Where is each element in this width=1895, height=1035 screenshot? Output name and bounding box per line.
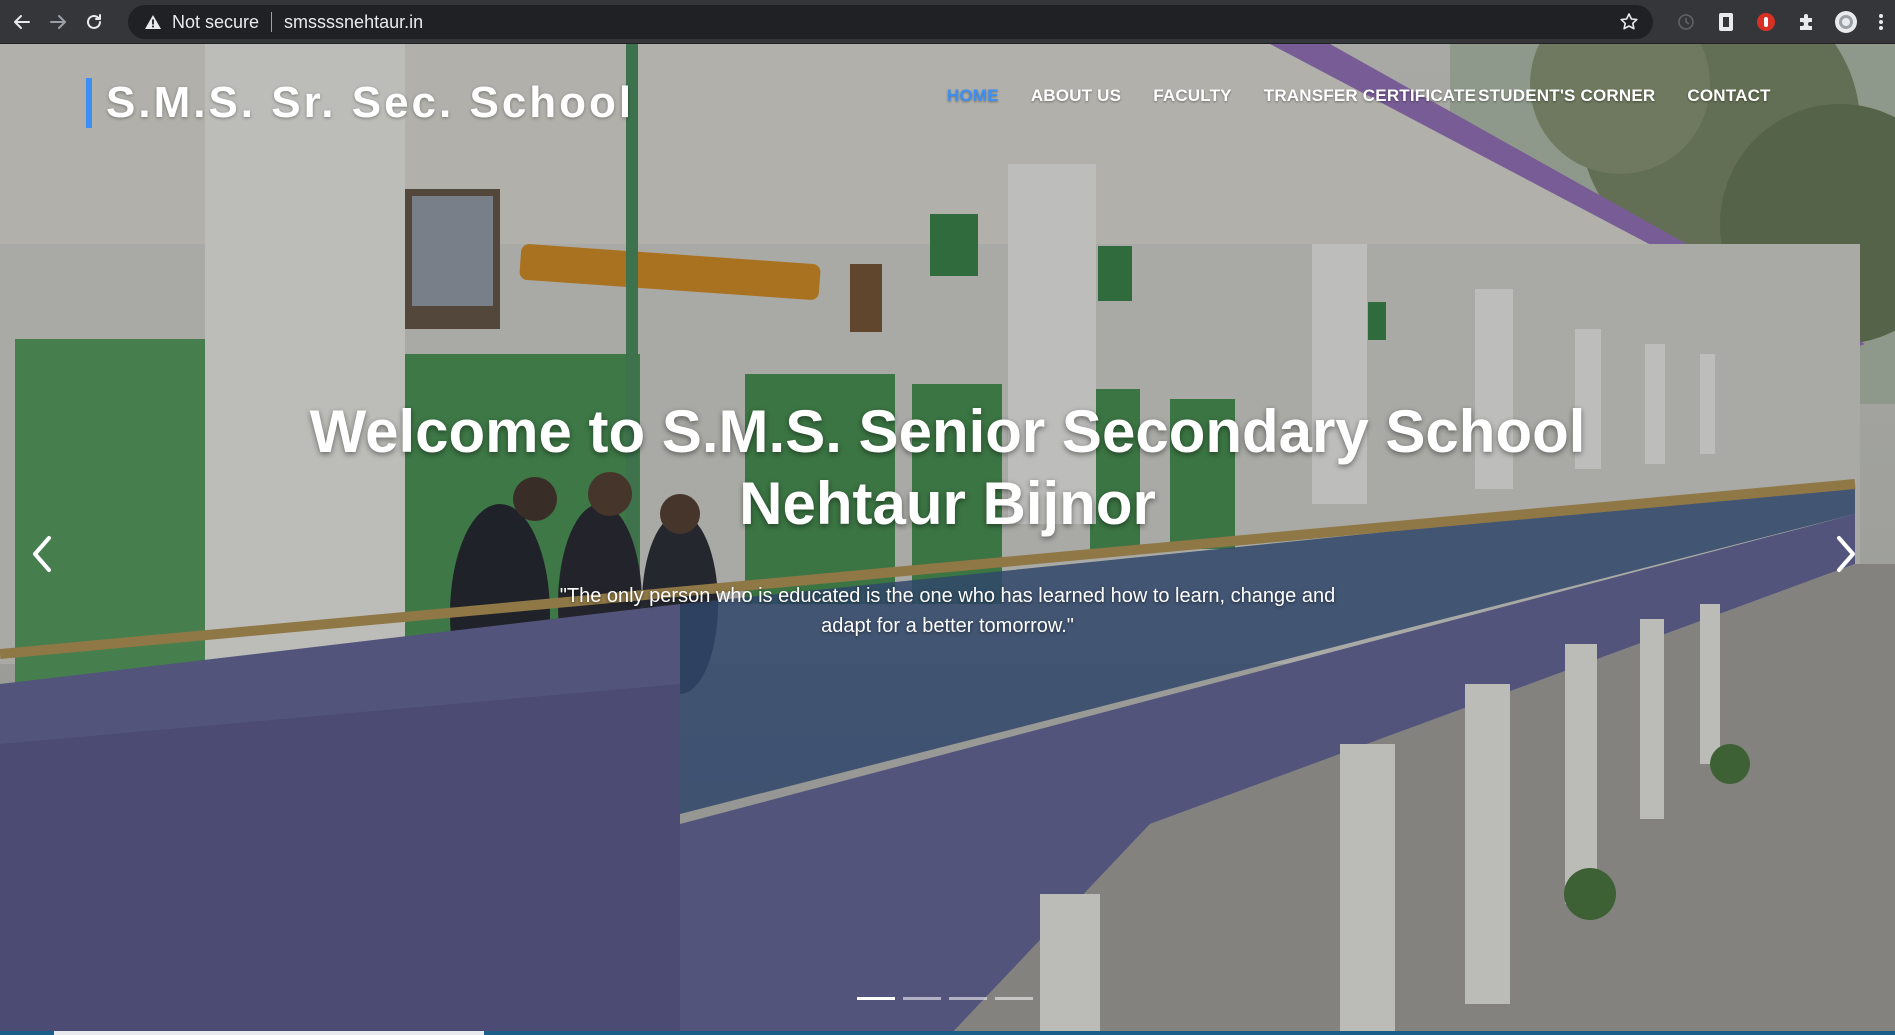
- chevron-right-icon: [1837, 536, 1855, 572]
- carousel-prev-button[interactable]: [22, 524, 62, 584]
- record-extension-icon[interactable]: [1753, 9, 1779, 35]
- security-label[interactable]: Not secure: [172, 12, 259, 33]
- hero-headline-line2: Nehtaur Bijnor: [739, 470, 1156, 537]
- history-extension-icon[interactable]: [1673, 9, 1699, 35]
- carousel-indicator-2[interactable]: [903, 997, 941, 1000]
- hero-quote-line2: adapt for a better tomorrow.": [821, 615, 1074, 637]
- scrollbar-thumb[interactable]: [54, 1031, 484, 1035]
- nav-students-corner[interactable]: STUDENT'S CORNER: [1478, 86, 1655, 106]
- url-text[interactable]: smssssnehtaur.in: [284, 12, 423, 33]
- reload-button[interactable]: [80, 8, 108, 36]
- site-logo[interactable]: S.M.S. Sr. Sec. School: [86, 78, 634, 128]
- bookmark-star-icon[interactable]: [1619, 12, 1639, 37]
- warning-icon[interactable]: [144, 14, 162, 30]
- nav-home[interactable]: HOME: [947, 86, 999, 106]
- document-extension-icon[interactable]: [1713, 9, 1739, 35]
- main-navigation: HOME ABOUT US FACULTY TRANSFER CERTIFICA…: [947, 86, 1803, 106]
- forward-button[interactable]: [44, 8, 72, 36]
- nav-contact[interactable]: CONTACT: [1687, 86, 1770, 106]
- nav-faculty[interactable]: FACULTY: [1153, 86, 1232, 106]
- carousel-indicator-4[interactable]: [995, 997, 1033, 1000]
- page-bottom-scrollbar[interactable]: [0, 1031, 1895, 1035]
- carousel-indicators: [857, 997, 1033, 1000]
- carousel-indicator-1[interactable]: [857, 997, 895, 1000]
- hero-quote: "The only person who is educated is the …: [520, 581, 1375, 641]
- hero-headline: Welcome to S.M.S. Senior Secondary Schoo…: [0, 396, 1895, 540]
- reload-icon: [87, 13, 101, 29]
- hero-carousel: S.M.S. Sr. Sec. School HOME ABOUT US FAC…: [0, 44, 1895, 1035]
- extensions-puzzle-icon[interactable]: [1793, 9, 1819, 35]
- back-button[interactable]: [8, 8, 36, 36]
- hero-quote-line1: "The only person who is educated is the …: [559, 585, 1336, 607]
- hero-headline-line1: Welcome to S.M.S. Senior Secondary Schoo…: [309, 398, 1586, 465]
- nav-transfer-certificate[interactable]: TRANSFER CERTIFICATE: [1264, 86, 1476, 106]
- carousel-indicator-3[interactable]: [949, 997, 987, 1000]
- browser-menu-icon[interactable]: [1868, 9, 1894, 35]
- browser-toolbar: Not secure smssssnehtaur.in: [0, 0, 1895, 44]
- nav-about-us[interactable]: ABOUT US: [1031, 86, 1121, 106]
- chevron-left-icon: [33, 536, 51, 572]
- address-separator: [271, 12, 273, 32]
- profile-avatar-icon[interactable]: [1833, 9, 1859, 35]
- forward-arrow-icon: [50, 14, 66, 29]
- carousel-next-button[interactable]: [1826, 524, 1866, 584]
- address-bar[interactable]: Not secure smssssnehtaur.in: [128, 5, 1653, 39]
- back-arrow-icon: [14, 14, 30, 29]
